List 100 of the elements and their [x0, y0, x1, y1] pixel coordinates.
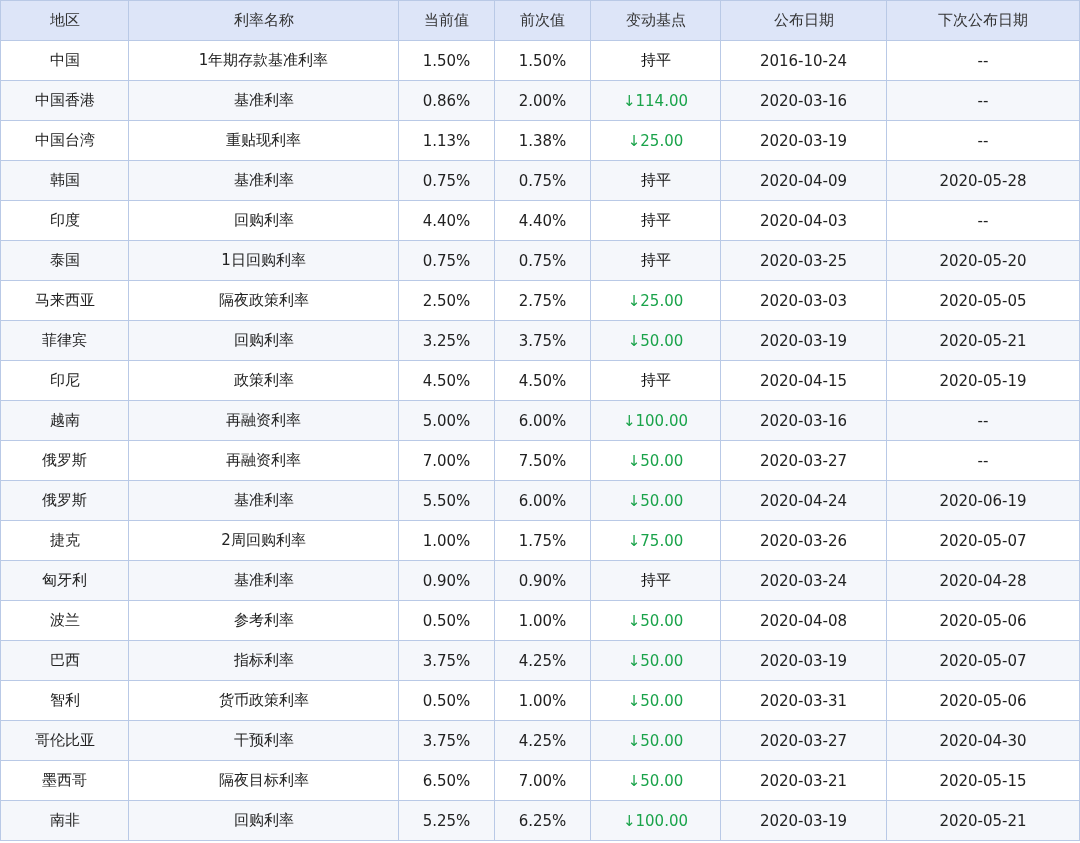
table-cell: 回购利率 — [128, 800, 399, 841]
table-cell: 2020-03-26 — [720, 520, 887, 561]
table-cell: 持平 — [590, 240, 721, 281]
table-cell: 指标利率 — [128, 640, 399, 681]
table-cell: 2020-03-27 — [720, 440, 887, 481]
table-cell: 2020-04-28 — [886, 560, 1080, 601]
table-cell: 1.75% — [494, 520, 591, 561]
table-cell: ↓50.00 — [590, 760, 721, 801]
table-cell: -- — [886, 40, 1080, 81]
table-cell: 0.50% — [398, 680, 495, 721]
table-cell: 2020-05-28 — [886, 160, 1080, 201]
table-cell: 2020-03-25 — [720, 240, 887, 281]
table-cell: 隔夜目标利率 — [128, 760, 399, 801]
table-cell: 持平 — [590, 360, 721, 401]
table-cell: ↓50.00 — [590, 680, 721, 721]
table-cell: 回购利率 — [128, 320, 399, 361]
table-cell: 2020-04-08 — [720, 600, 887, 641]
table-cell: 印度 — [0, 200, 129, 241]
table-cell: 2020-05-21 — [886, 800, 1080, 841]
table-cell: 0.50% — [398, 600, 495, 641]
table-cell: 4.40% — [494, 200, 591, 241]
table-cell: 俄罗斯 — [0, 440, 129, 481]
table-cell: ↓50.00 — [590, 720, 721, 761]
table-cell: 持平 — [590, 200, 721, 241]
table-cell: 俄罗斯 — [0, 480, 129, 521]
table-cell: 马来西亚 — [0, 280, 129, 321]
table-cell: 2020-03-19 — [720, 640, 887, 681]
table-cell: 政策利率 — [128, 360, 399, 401]
table-cell: 5.25% — [398, 800, 495, 841]
table-cell: 1.00% — [494, 680, 591, 721]
table-cell: ↓114.00 — [590, 80, 721, 121]
table-cell: 2020-03-19 — [720, 320, 887, 361]
table-cell: 墨西哥 — [0, 760, 129, 801]
table-cell: 中国香港 — [0, 80, 129, 121]
table-cell: 2020-05-05 — [886, 280, 1080, 321]
table-cell: 6.50% — [398, 760, 495, 801]
column-header: 地区 — [0, 0, 129, 41]
table-cell: 2020-04-24 — [720, 480, 887, 521]
table-cell: 2020-03-19 — [720, 120, 887, 161]
table-cell: 捷克 — [0, 520, 129, 561]
table-cell: 4.25% — [494, 720, 591, 761]
table-cell: 参考利率 — [128, 600, 399, 641]
table-cell: 1.50% — [494, 40, 591, 81]
table-cell: 2020-03-31 — [720, 680, 887, 721]
table-cell: 2020-03-27 — [720, 720, 887, 761]
table-cell: -- — [886, 120, 1080, 161]
table-cell: 2016-10-24 — [720, 40, 887, 81]
table-cell: 2020-05-20 — [886, 240, 1080, 281]
table-cell: 中国台湾 — [0, 120, 129, 161]
table-cell: ↓100.00 — [590, 400, 721, 441]
table-cell: 基准利率 — [128, 480, 399, 521]
table-cell: 2020-05-15 — [886, 760, 1080, 801]
table-cell: 持平 — [590, 560, 721, 601]
table-cell: 0.75% — [398, 240, 495, 281]
table-cell: 1年期存款基准利率 — [128, 40, 399, 81]
table-cell: ↓50.00 — [590, 480, 721, 521]
column-header: 利率名称 — [128, 0, 399, 41]
table-cell: 2020-04-03 — [720, 200, 887, 241]
table-cell: 匈牙利 — [0, 560, 129, 601]
table-cell: 2020-03-21 — [720, 760, 887, 801]
column-header: 当前值 — [398, 0, 495, 41]
table-cell: 4.50% — [398, 360, 495, 401]
table-cell: 中国 — [0, 40, 129, 81]
table-cell: 1.38% — [494, 120, 591, 161]
table-cell: 2020-05-21 — [886, 320, 1080, 361]
table-cell: 0.75% — [494, 240, 591, 281]
table-cell: 印尼 — [0, 360, 129, 401]
table-cell: 2020-05-07 — [886, 520, 1080, 561]
table-cell: 1.00% — [398, 520, 495, 561]
table-cell: 6.25% — [494, 800, 591, 841]
table-cell: 2020-05-07 — [886, 640, 1080, 681]
table-cell: 3.25% — [398, 320, 495, 361]
table-cell: 6.00% — [494, 480, 591, 521]
table-cell: 7.00% — [494, 760, 591, 801]
column-header: 前次值 — [494, 0, 591, 41]
table-cell: 7.00% — [398, 440, 495, 481]
table-cell: 3.75% — [494, 320, 591, 361]
table-cell: 菲律宾 — [0, 320, 129, 361]
table-cell: 7.50% — [494, 440, 591, 481]
table-cell: 1.00% — [494, 600, 591, 641]
table-cell: 5.50% — [398, 480, 495, 521]
table-cell: 干预利率 — [128, 720, 399, 761]
table-cell: 巴西 — [0, 640, 129, 681]
table-cell: 0.86% — [398, 80, 495, 121]
table-cell: -- — [886, 200, 1080, 241]
table-cell: 基准利率 — [128, 560, 399, 601]
table-cell: 2020-04-09 — [720, 160, 887, 201]
table-cell: 6.00% — [494, 400, 591, 441]
table-cell: ↓50.00 — [590, 600, 721, 641]
table-cell: 2020-06-19 — [886, 480, 1080, 521]
table-cell: 2020-04-30 — [886, 720, 1080, 761]
table-cell: ↓25.00 — [590, 120, 721, 161]
table-cell: 2020-03-16 — [720, 80, 887, 121]
table-cell: 泰国 — [0, 240, 129, 281]
table-cell: 2020-03-24 — [720, 560, 887, 601]
table-cell: 1.13% — [398, 120, 495, 161]
table-cell: 再融资利率 — [128, 440, 399, 481]
table-cell: 2020-03-19 — [720, 800, 887, 841]
table-cell: 2020-05-06 — [886, 680, 1080, 721]
column-header: 下次公布日期 — [886, 0, 1080, 41]
